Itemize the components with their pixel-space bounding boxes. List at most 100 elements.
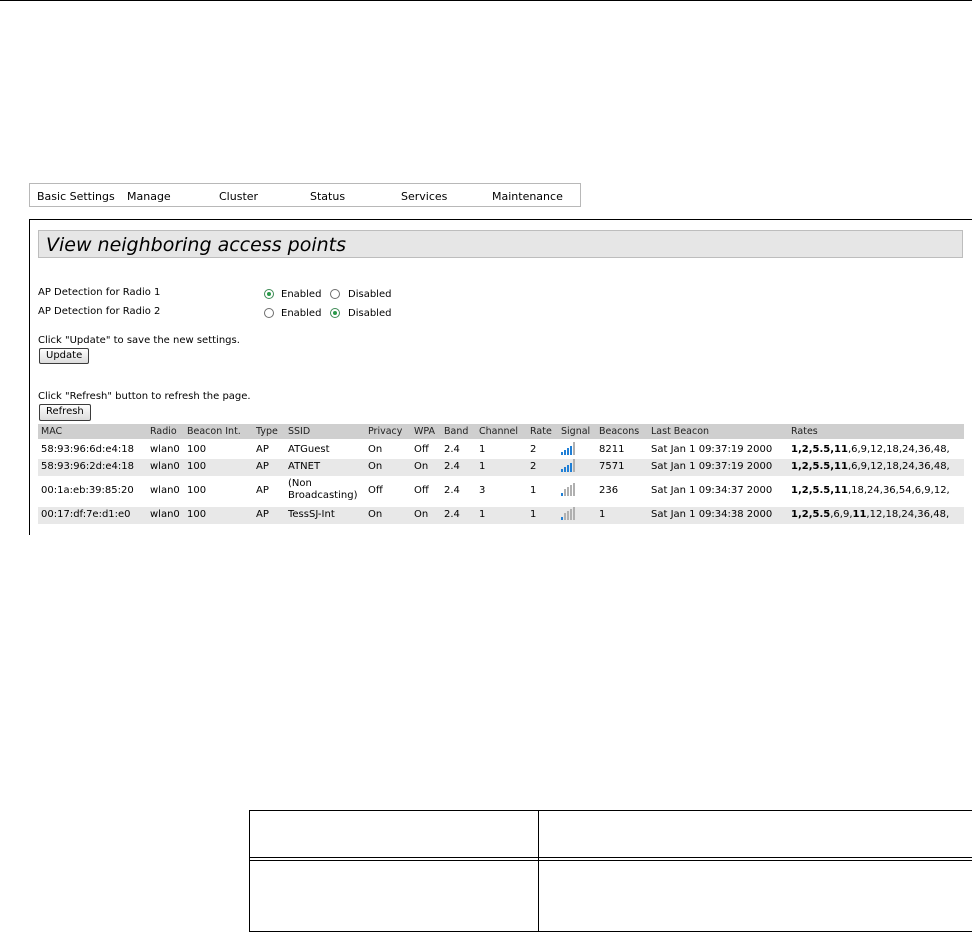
cell-rates: 1,2,5.5,6,9,11,12,18,24,36,48, <box>791 509 949 521</box>
signal-bar <box>561 452 563 455</box>
col-wpa[interactable]: WPA <box>414 426 435 437</box>
cell-radio: wlan0 <box>150 444 180 455</box>
signal-bar <box>570 446 572 455</box>
nav-services[interactable]: Services <box>401 190 447 203</box>
rates-basic: 1,2,5.5,11 <box>791 461 848 472</box>
col-rates[interactable]: Rates <box>791 426 818 437</box>
signal-strength-icon <box>561 442 575 455</box>
radio2-disabled-label: Disabled <box>348 308 392 319</box>
radio1-enabled-label: Enabled <box>281 289 322 300</box>
signal-bar <box>564 467 566 472</box>
signal-bar <box>564 489 566 496</box>
radio2-detection-label: AP Detection for Radio 2 <box>38 306 161 317</box>
rates-basic: 1,2,5.5,11 <box>791 444 848 455</box>
page-top-rule <box>0 0 972 1</box>
cell-wpa: On <box>414 461 429 472</box>
signal-strength-icon <box>561 483 575 496</box>
cell-channel: 1 <box>479 461 486 472</box>
cell-ssid: TessSJ-Int <box>288 509 335 520</box>
cell-mac: 58:93:96:6d:e4:18 <box>41 444 134 455</box>
cell-rates: 1,2,5.5,11,6,9,12,18,24,36,48, <box>791 444 950 456</box>
rates-basic: 1,2,5.5 <box>791 509 831 520</box>
signal-bar <box>573 507 575 520</box>
cell-band: 2.4 <box>444 461 460 472</box>
update-button[interactable]: Update <box>39 348 90 364</box>
signal-bar <box>561 493 563 496</box>
cell-privacy: Off <box>368 485 383 496</box>
cell-rate: 1 <box>530 509 537 520</box>
table-column-divider <box>538 810 539 932</box>
cell-beacon-int: 100 <box>187 509 207 520</box>
radio1-enabled-radio[interactable] <box>264 289 274 299</box>
cell-beacon-int: 100 <box>187 485 207 496</box>
cell-mac: 00:17:df:7e:d1:e0 <box>41 509 131 520</box>
col-radio[interactable]: Radio <box>150 426 177 437</box>
rates-basic-2: 11 <box>852 509 867 520</box>
signal-bar <box>567 487 569 496</box>
cell-mac: 00:1a:eb:39:85:20 <box>41 485 134 496</box>
cell-beacons: 8211 <box>599 444 625 455</box>
nav-manage[interactable]: Manage <box>127 190 171 203</box>
col-band[interactable]: Band <box>444 426 468 437</box>
cell-band: 2.4 <box>444 509 460 520</box>
cell-type: AP <box>256 509 269 520</box>
col-channel[interactable]: Channel <box>479 426 518 437</box>
rates-extended: ,18,24,36,54,6,9,12, <box>847 485 950 496</box>
cell-last-beacon: Sat Jan 1 09:37:19 2000 <box>651 444 773 455</box>
cell-beacon-int: 100 <box>187 461 207 472</box>
col-privacy[interactable]: Privacy <box>368 426 402 437</box>
cell-wpa: Off <box>414 444 429 455</box>
col-beacon-int[interactable]: Beacon Int. <box>187 426 241 437</box>
cell-ssid: ATGuest <box>288 444 330 455</box>
signal-bar <box>567 465 569 472</box>
cell-rates: 1,2,5.5,11,6,9,12,18,24,36,48, <box>791 461 950 473</box>
col-beacons[interactable]: Beacons <box>599 426 639 437</box>
rates-mixed: ,6,9, <box>830 509 853 520</box>
rates-extended: ,12,18,24,36,48, <box>866 509 950 520</box>
cell-radio: wlan0 <box>150 461 180 472</box>
col-mac[interactable]: MAC <box>41 426 62 437</box>
cell-radio: wlan0 <box>150 485 180 496</box>
cell-privacy: On <box>368 444 383 455</box>
cell-beacons: 236 <box>599 485 619 496</box>
neighbor-table-header: MAC Radio Beacon Int. Type SSID Privacy … <box>38 424 964 439</box>
cell-privacy: On <box>368 509 383 520</box>
col-ssid[interactable]: SSID <box>288 426 310 437</box>
cell-radio: wlan0 <box>150 509 180 520</box>
nav-maintenance[interactable]: Maintenance <box>492 190 563 203</box>
cell-ssid: ATNET <box>288 461 321 472</box>
cell-ssid: (Non Broadcasting) <box>288 478 358 501</box>
cell-beacons: 1 <box>599 509 606 520</box>
signal-bar <box>561 517 563 520</box>
nav-cluster[interactable]: Cluster <box>219 190 258 203</box>
signal-bar <box>570 463 572 472</box>
signal-bar <box>570 485 572 496</box>
col-signal[interactable]: Signal <box>561 426 590 437</box>
cell-beacons: 7571 <box>599 461 625 472</box>
nav-basic-settings[interactable]: Basic Settings <box>37 190 115 203</box>
cell-type: AP <box>256 444 269 455</box>
cell-last-beacon: Sat Jan 1 09:34:37 2000 <box>651 485 773 496</box>
signal-bar <box>564 450 566 455</box>
signal-strength-icon <box>561 459 575 472</box>
signal-bar <box>573 459 575 472</box>
signal-bar <box>567 511 569 520</box>
col-type[interactable]: Type <box>256 426 278 437</box>
rates-extended: ,6,9,12,18,24,36,48, <box>847 461 950 472</box>
refresh-button[interactable]: Refresh <box>39 404 91 421</box>
table-header-rule-1 <box>249 857 972 858</box>
cell-mac: 58:93:96:2d:e4:18 <box>41 461 134 472</box>
cell-channel: 1 <box>479 509 486 520</box>
col-last-beacon[interactable]: Last Beacon <box>651 426 709 437</box>
cell-last-beacon: Sat Jan 1 09:37:19 2000 <box>651 461 773 472</box>
page-title: View neighboring access points <box>46 234 346 256</box>
cell-channel: 1 <box>479 444 486 455</box>
cell-wpa: Off <box>414 485 429 496</box>
cell-rate: 2 <box>530 444 537 455</box>
radio1-detection-label: AP Detection for Radio 1 <box>38 287 161 298</box>
radio2-disabled-radio[interactable] <box>330 308 340 318</box>
radio1-disabled-radio[interactable] <box>330 289 340 299</box>
col-rate[interactable]: Rate <box>530 426 552 437</box>
nav-status[interactable]: Status <box>310 190 345 203</box>
radio2-enabled-radio[interactable] <box>264 308 274 318</box>
